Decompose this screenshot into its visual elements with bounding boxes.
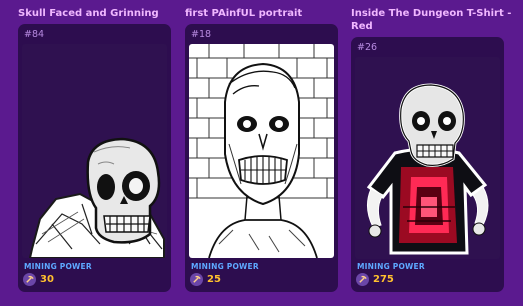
card-panel[interactable]: #18 MINING POWER 25 [185, 24, 338, 292]
card-title-line-1: Inside The Dungeon T-Shirt - [351, 8, 512, 19]
mining-power: 30 [23, 273, 54, 286]
mining-power-label: MINING POWER [191, 262, 259, 271]
card-title-line-2: Red [351, 21, 373, 32]
pickaxe-icon [23, 273, 36, 286]
skeleton-tshirt-artwork[interactable] [355, 57, 500, 259]
mining-power: 25 [190, 273, 221, 286]
card-panel[interactable]: #84 MINING POWER 30 [18, 24, 171, 292]
card-id: #26 [357, 42, 378, 53]
mining-power-value: 275 [373, 274, 394, 285]
mining-power-value: 25 [207, 274, 221, 285]
card-id: #84 [24, 29, 45, 40]
card-title[interactable]: Inside The Dungeon T-Shirt - Red [351, 7, 511, 33]
portrait-artwork[interactable] [189, 44, 334, 258]
pickaxe-icon [190, 273, 203, 286]
mining-power-label: MINING POWER [357, 262, 425, 271]
mining-power-value: 30 [40, 274, 54, 285]
card-id: #18 [191, 29, 212, 40]
mining-power-label: MINING POWER [24, 262, 92, 271]
mining-power: 275 [356, 273, 394, 286]
pickaxe-icon [356, 273, 369, 286]
skull-artwork[interactable] [22, 44, 167, 258]
card-title[interactable]: Skull Faced and Grinning [18, 7, 159, 20]
card-title[interactable]: first PAinfUL portrait [185, 7, 302, 20]
card-panel[interactable]: #26 MINING POWER 275 [351, 37, 504, 292]
